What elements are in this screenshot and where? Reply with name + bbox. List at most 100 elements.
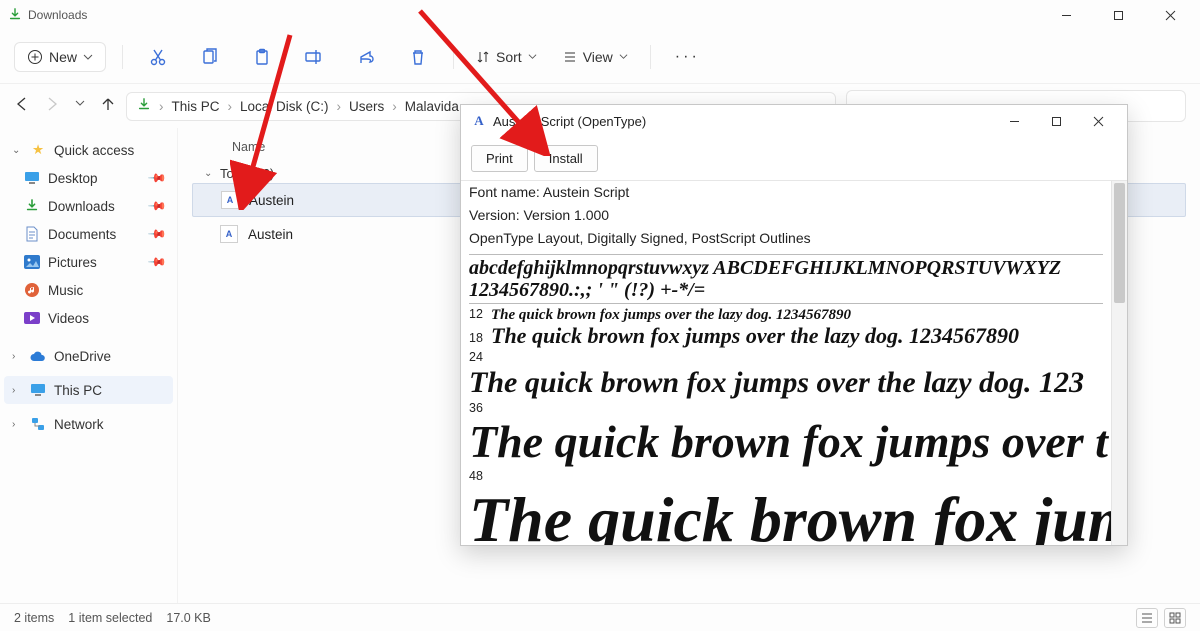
font-sample-digits: 1234567890.:,; ' " (!?) +-*/=	[469, 279, 1103, 301]
pin-icon: 📌	[147, 252, 167, 272]
chevron-right-icon: ›	[12, 351, 22, 362]
sidebar-item-label: Desktop	[48, 171, 98, 186]
font-size-label: 48	[469, 469, 491, 483]
star-icon: ★	[30, 142, 46, 158]
file-name: Austein	[248, 227, 293, 242]
document-icon	[24, 226, 40, 242]
sidebar-item-label: This PC	[54, 383, 102, 398]
delete-icon[interactable]	[399, 38, 437, 76]
sort-dropdown[interactable]: Sort	[470, 45, 543, 69]
sidebar-item-network[interactable]: › Network	[4, 410, 173, 438]
download-icon	[24, 198, 40, 214]
sidebar-item-quick-access[interactable]: ⌄ ★ Quick access	[4, 136, 173, 164]
sort-label: Sort	[496, 49, 522, 65]
sidebar-item-label: Downloads	[48, 199, 115, 214]
status-selected: 1 item selected	[68, 611, 152, 625]
font-size-label: 18	[469, 331, 491, 345]
breadcrumb-item[interactable]: Malavida	[405, 99, 459, 114]
breadcrumb-item[interactable]: Users	[349, 99, 384, 114]
font-meta-version: Version: Version 1.000	[469, 206, 1103, 229]
font-meta-features: OpenType Layout, Digitally Signed, PostS…	[469, 229, 1103, 252]
paste-icon[interactable]	[243, 38, 281, 76]
sidebar-item-label: Music	[48, 283, 83, 298]
more-button[interactable]: ···	[667, 48, 708, 66]
close-button[interactable]	[1148, 1, 1192, 29]
font-sample: The quick brown fox jump	[469, 484, 1111, 545]
picture-icon	[24, 254, 40, 270]
sidebar-item-downloads[interactable]: Downloads 📌	[4, 192, 173, 220]
thumbnails-view-button[interactable]	[1164, 608, 1186, 628]
font-preview-window: A Austein-Script (OpenType) Print Instal…	[460, 104, 1128, 546]
new-button[interactable]: New	[14, 42, 106, 72]
chevron-down-icon	[528, 52, 537, 61]
chevron-down-icon: ⌄	[12, 145, 22, 156]
desktop-icon	[24, 170, 40, 186]
sidebar-item-music[interactable]: Music	[4, 276, 173, 304]
font-size-label: 12	[469, 307, 491, 321]
group-label: Today (2)	[220, 166, 274, 181]
font-sample: The quick brown fox jumps over t	[469, 416, 1108, 467]
sidebar-item-this-pc[interactable]: › This PC	[4, 376, 173, 404]
view-dropdown[interactable]: View	[557, 45, 634, 69]
sidebar-item-documents[interactable]: Documents 📌	[4, 220, 173, 248]
font-size-label: 24	[469, 350, 491, 364]
chevron-down-icon[interactable]	[74, 96, 86, 117]
view-label: View	[583, 49, 613, 65]
breadcrumb-item[interactable]: Local Disk (C:)	[240, 99, 329, 114]
font-window-title: Austein-Script (OpenType)	[493, 114, 646, 129]
monitor-icon	[30, 382, 46, 398]
sidebar-item-label: Documents	[48, 227, 116, 242]
minimize-button[interactable]	[1044, 1, 1088, 29]
back-button[interactable]	[14, 96, 30, 117]
chevron-down-icon: ⌄	[204, 168, 214, 179]
sidebar-item-desktop[interactable]: Desktop 📌	[4, 164, 173, 192]
forward-button[interactable]	[44, 96, 60, 117]
sidebar-item-onedrive[interactable]: › OneDrive	[4, 342, 173, 370]
font-sample: The quick brown fox jumps over the lazy …	[469, 366, 1084, 399]
pin-icon: 📌	[147, 196, 167, 216]
close-button[interactable]	[1079, 107, 1117, 135]
install-button[interactable]: Install	[534, 145, 598, 172]
scrollbar-thumb[interactable]	[1114, 183, 1125, 303]
sidebar-item-label: Videos	[48, 311, 89, 326]
details-view-button[interactable]	[1136, 608, 1158, 628]
chevron-right-icon: ›	[12, 385, 22, 396]
download-icon	[137, 98, 151, 115]
minimize-button[interactable]	[995, 107, 1033, 135]
music-icon	[24, 282, 40, 298]
scrollbar[interactable]	[1111, 181, 1127, 545]
maximize-button[interactable]	[1037, 107, 1075, 135]
sidebar-item-label: Quick access	[54, 143, 134, 158]
sidebar-item-videos[interactable]: Videos	[4, 304, 173, 332]
status-size: 17.0 KB	[166, 611, 210, 625]
font-file-icon: A	[220, 225, 238, 243]
pin-icon: 📌	[147, 224, 167, 244]
download-icon	[8, 8, 22, 22]
font-app-icon: A	[471, 113, 487, 129]
print-button[interactable]: Print	[471, 145, 528, 172]
font-sample-alphabet: abcdefghijklmnopqrstuvwxyz ABCDEFGHIJKLM…	[469, 257, 1103, 279]
maximize-button[interactable]	[1096, 1, 1140, 29]
chevron-down-icon	[83, 52, 93, 62]
sidebar-item-label: Network	[54, 417, 104, 432]
breadcrumb-item[interactable]: This PC	[172, 99, 220, 114]
copy-icon[interactable]	[191, 38, 229, 76]
pin-icon: 📌	[147, 168, 167, 188]
window-title: Downloads	[28, 8, 87, 22]
chevron-down-icon	[619, 52, 628, 61]
sidebar-item-label: OneDrive	[54, 349, 111, 364]
share-icon[interactable]	[347, 38, 385, 76]
video-icon	[24, 310, 40, 326]
rename-icon[interactable]	[295, 38, 333, 76]
font-sample: The quick brown fox jumps over the lazy …	[491, 307, 851, 323]
file-name: Austein	[249, 193, 294, 208]
cloud-icon	[30, 348, 46, 364]
sidebar-item-pictures[interactable]: Pictures 📌	[4, 248, 173, 276]
cut-icon[interactable]	[139, 38, 177, 76]
up-button[interactable]	[100, 96, 116, 117]
sidebar-item-label: Pictures	[48, 255, 97, 270]
status-item-count: 2 items	[14, 611, 54, 625]
font-size-label: 36	[469, 401, 491, 415]
font-meta-name: Font name: Austein Script	[469, 183, 1103, 206]
new-button-label: New	[49, 49, 77, 65]
